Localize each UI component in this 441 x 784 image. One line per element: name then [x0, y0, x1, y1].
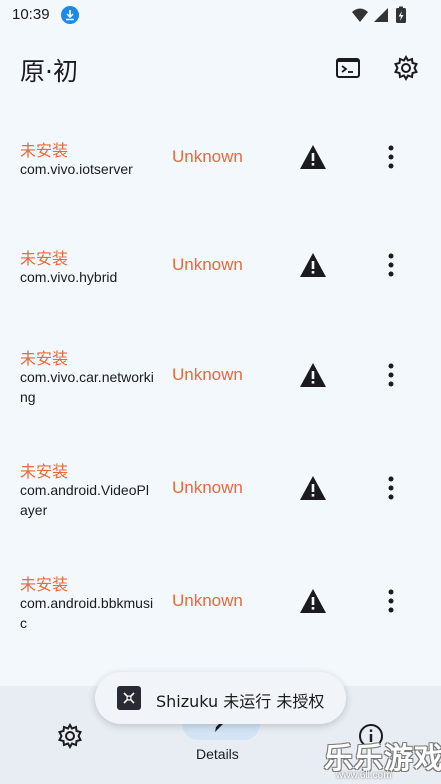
warning-icon — [300, 589, 326, 613]
install-status: 未安装 — [20, 349, 69, 368]
list-item[interactable]: 未安装 com.vivo.hybrid Unknown — [0, 244, 441, 324]
download-icon — [61, 6, 79, 24]
warning-icon — [300, 145, 326, 169]
more-vert-icon[interactable] — [381, 475, 401, 501]
package-name: com.android.VideoPlayer — [20, 482, 149, 518]
watermark-url: www.6ll.com — [336, 770, 392, 781]
version-label: Unknown — [172, 591, 243, 610]
version-label: Unknown — [172, 147, 243, 166]
snackbar-text: Shizuku 未运行 未授权 — [156, 692, 325, 711]
install-status: 未安装 — [20, 462, 69, 481]
package-name: com.vivo.iotserver — [20, 161, 133, 177]
wifi-icon — [352, 8, 368, 22]
more-vert-icon[interactable] — [381, 362, 401, 388]
nav-details-label: Details — [196, 746, 239, 762]
terminal-icon — [336, 58, 360, 78]
more-vert-icon[interactable] — [381, 588, 401, 614]
battery-charging-icon — [396, 6, 406, 23]
package-name: com.vivo.car.networking — [20, 369, 154, 405]
install-status: 未安装 — [20, 249, 69, 268]
watermark: 乐乐游戏 www.6ll.com — [322, 735, 441, 784]
shizuku-icon — [117, 686, 141, 710]
status-bar: 10:39 — [0, 0, 441, 30]
warning-icon — [300, 476, 326, 500]
install-status: 未安装 — [20, 575, 69, 594]
warning-icon — [300, 253, 326, 277]
nav-item-settings[interactable] — [56, 722, 84, 750]
package-name: com.android.bbkmusic — [20, 595, 154, 631]
list-item[interactable]: 未安装 com.android.VideoPlayer Unknown — [0, 457, 441, 537]
version-label: Unknown — [172, 365, 243, 384]
app-title: 原·初 — [20, 57, 78, 86]
settings-icon — [394, 54, 418, 82]
more-vert-icon[interactable] — [381, 252, 401, 278]
install-status: 未安装 — [20, 141, 69, 160]
version-label: Unknown — [172, 255, 243, 274]
warning-icon — [300, 363, 326, 387]
list-item[interactable]: 未安装 com.vivo.iotserver Unknown — [0, 136, 441, 216]
list-item[interactable]: 未安装 com.vivo.car.networking Unknown — [0, 344, 441, 424]
signal-icon — [374, 8, 388, 22]
terminal-button[interactable] — [334, 54, 362, 82]
status-time: 10:39 — [12, 6, 50, 23]
settings-icon — [58, 722, 82, 750]
settings-button[interactable] — [392, 54, 420, 82]
shizuku-snackbar: Shizuku 未运行 未授权 — [95, 672, 346, 724]
list-item[interactable]: 未安装 com.android.bbkmusic Unknown — [0, 570, 441, 650]
package-name: com.vivo.hybrid — [20, 269, 118, 285]
more-vert-icon[interactable] — [381, 144, 401, 170]
version-label: Unknown — [172, 478, 243, 497]
